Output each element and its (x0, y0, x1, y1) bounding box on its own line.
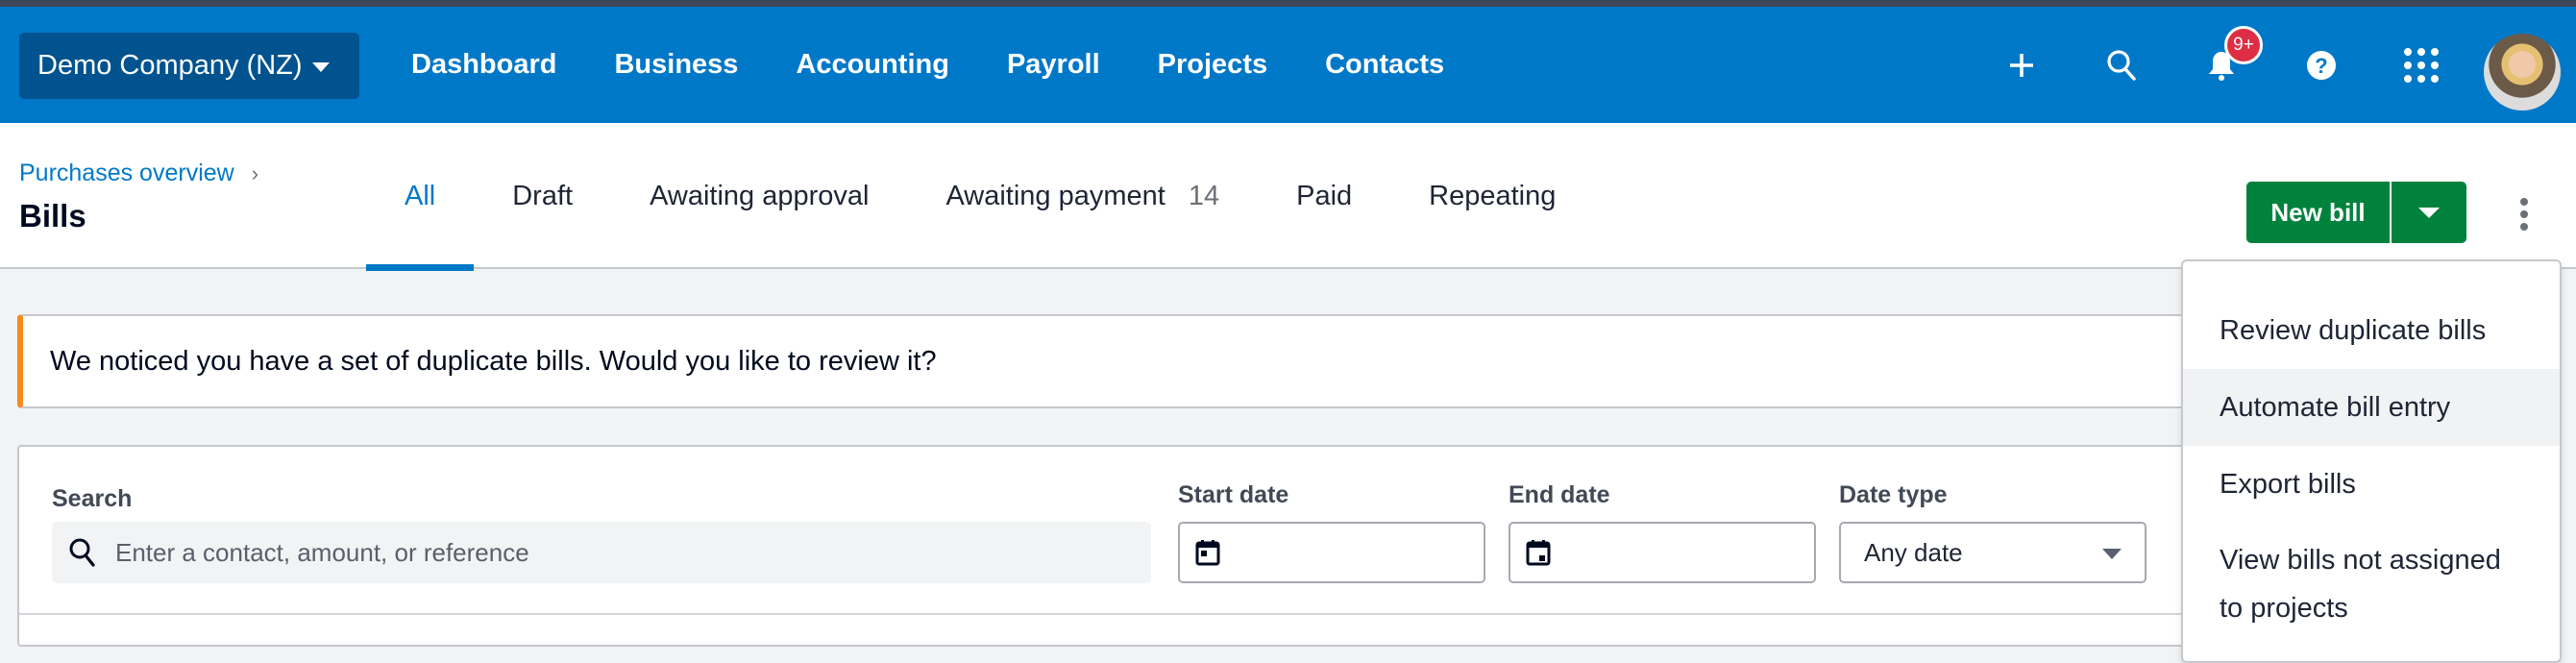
plus-icon (2010, 53, 2033, 77)
svg-text:?: ? (2315, 54, 2327, 78)
date-type-select[interactable]: Any date (1839, 522, 2147, 583)
tab-paid[interactable]: Paid (1258, 123, 1390, 269)
page-title: Bills (19, 198, 86, 233)
caret-down-icon (2102, 549, 2122, 559)
notification-badge: 9+ (2224, 26, 2263, 64)
divider (19, 613, 2225, 615)
search-input[interactable] (115, 537, 1134, 568)
browser-top-strip (0, 0, 2576, 7)
filter-panel: Search Start date End date Date type Any… (17, 445, 2227, 647)
nav-link-projects[interactable]: Projects (1158, 49, 1267, 81)
nav-link-accounting[interactable]: Accounting (796, 49, 949, 81)
start-date-label: Start date (1178, 481, 1289, 508)
caret-down-icon (2418, 207, 2440, 218)
search-field (52, 522, 1151, 583)
menu-item-export-bills[interactable]: Export bills (2183, 446, 2560, 523)
new-bill-button[interactable]: New bill (2246, 182, 2390, 243)
date-type-label: Date type (1839, 481, 1948, 508)
top-navigation: Demo Company (NZ) Dashboard Business Acc… (0, 7, 2576, 123)
new-bill-options-button[interactable] (2390, 182, 2466, 243)
nav-link-dashboard[interactable]: Dashboard (411, 49, 556, 81)
org-name: Demo Company (NZ) (37, 50, 303, 81)
more-options-button[interactable] (2510, 190, 2539, 238)
end-date-label: End date (1509, 481, 1610, 508)
new-bill-split-button: New bill (2246, 182, 2466, 243)
nav-link-business[interactable]: Business (614, 49, 738, 81)
breadcrumb-purchases-overview[interactable]: Purchases overview (19, 160, 234, 187)
help-icon: ? (2307, 50, 2336, 80)
tab-count: 14 (1188, 180, 1220, 211)
menu-item-review-duplicate-bills[interactable]: Review duplicate bills (2183, 292, 2560, 369)
more-options-menu: Review duplicate bills Automate bill ent… (2181, 259, 2562, 663)
caret-down-icon (311, 62, 330, 72)
status-tabs: All Draft Awaiting approval Awaiting pay… (366, 123, 1594, 271)
chevron-right-icon: › (251, 160, 259, 185)
menu-item-view-bills-not-assigned[interactable]: View bills not assigned to projects (2183, 523, 2560, 650)
tab-label: Repeating (1429, 180, 1557, 211)
tab-all[interactable]: All (366, 123, 475, 271)
end-date-input[interactable] (1509, 522, 1816, 583)
date-type-value: Any date (1864, 537, 1963, 567)
help-button[interactable]: ? (2293, 7, 2350, 123)
search-icon (2107, 49, 2136, 81)
start-date-input[interactable] (1178, 522, 1485, 583)
duplicate-bills-banner: We noticed you have a set of duplicate b… (17, 314, 2227, 408)
tab-label: Awaiting approval (650, 180, 870, 211)
add-button[interactable] (1993, 7, 2050, 123)
kebab-dot-icon (2520, 223, 2528, 231)
tab-draft[interactable]: Draft (474, 123, 611, 269)
search-icon (63, 533, 102, 572)
page-header: Purchases overview › Bills All Draft Awa… (0, 123, 2576, 271)
tab-label: All (405, 180, 436, 211)
tab-awaiting-approval[interactable]: Awaiting approval (611, 123, 907, 269)
calendar-icon (1526, 540, 1551, 566)
breadcrumb[interactable]: Purchases overview › (19, 160, 258, 187)
apps-grid-icon (2404, 47, 2439, 83)
user-avatar[interactable] (2484, 34, 2561, 110)
tab-label: Awaiting payment (945, 180, 1165, 211)
search-label: Search (52, 485, 133, 512)
kebab-dot-icon (2520, 198, 2528, 206)
search-button[interactable] (2093, 7, 2150, 123)
nav-link-contacts[interactable]: Contacts (1325, 49, 1444, 81)
tab-repeating[interactable]: Repeating (1390, 123, 1594, 269)
calendar-icon (1195, 540, 1220, 566)
org-switcher-button[interactable]: Demo Company (NZ) (19, 33, 359, 99)
menu-item-automate-bill-entry[interactable]: Automate bill entry (2183, 369, 2560, 446)
banner-message: We noticed you have a set of duplicate b… (50, 345, 937, 377)
nav-link-payroll[interactable]: Payroll (1007, 49, 1100, 81)
tab-label: Paid (1296, 180, 1353, 211)
nav-links: Dashboard Business Accounting Payroll Pr… (411, 7, 1502, 123)
kebab-dot-icon (2520, 210, 2528, 218)
tab-awaiting-payment[interactable]: Awaiting payment 14 (907, 123, 1258, 269)
apps-button[interactable] (2392, 7, 2450, 123)
tab-label: Draft (512, 180, 574, 211)
notifications-button[interactable] (2193, 7, 2250, 123)
